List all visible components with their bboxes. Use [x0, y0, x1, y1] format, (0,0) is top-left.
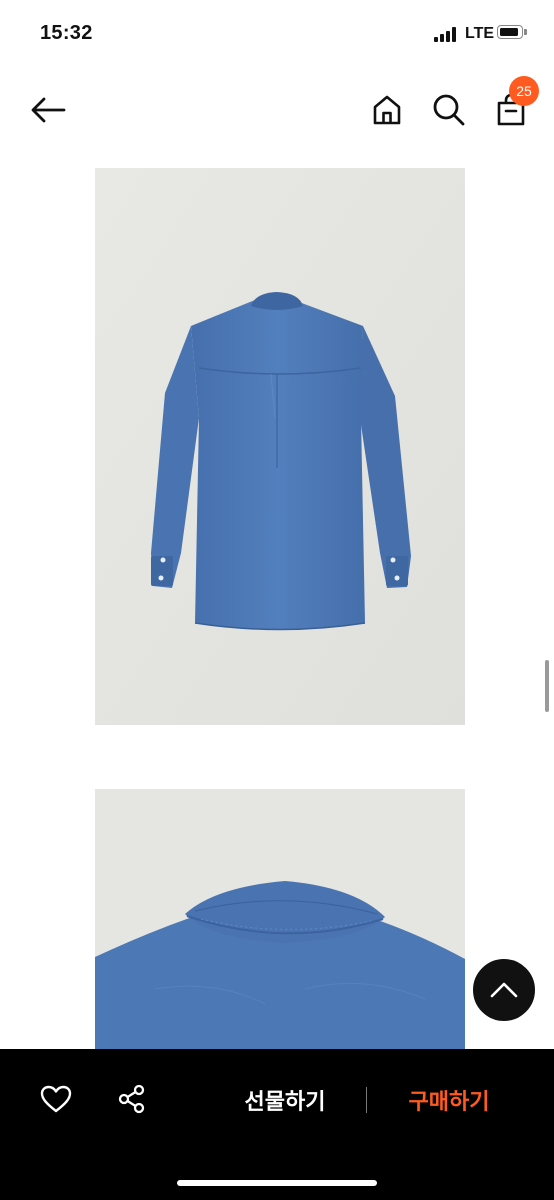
bottom-action-bar: 선물하기 구매하기: [0, 1049, 554, 1200]
heart-icon: [40, 1085, 72, 1113]
scroll-to-top-button[interactable]: [471, 957, 537, 1023]
signal-icon: [434, 27, 460, 42]
product-image-collar: [95, 789, 465, 1051]
home-indicator: [177, 1180, 377, 1186]
chevron-up-icon: [490, 982, 518, 998]
cart-count-badge: 25: [509, 76, 539, 106]
share-button[interactable]: [112, 1079, 152, 1119]
back-arrow-icon: [31, 97, 66, 123]
page-scrollbar[interactable]: [545, 660, 549, 712]
search-button[interactable]: [427, 88, 471, 132]
status-time: 15:32: [40, 22, 93, 44]
status-bar: 15:32 LTE: [0, 0, 554, 68]
share-icon: [118, 1084, 145, 1114]
search-icon: [433, 94, 465, 126]
back-button[interactable]: [26, 88, 70, 132]
home-icon: [373, 95, 401, 125]
home-button[interactable]: [365, 88, 409, 132]
gift-button[interactable]: 선물하기: [224, 1079, 346, 1121]
battery-icon: [497, 25, 527, 41]
buy-button[interactable]: 구매하기: [388, 1079, 510, 1121]
top-nav: [0, 68, 554, 152]
product-image-back: [95, 168, 465, 725]
like-button[interactable]: [36, 1079, 76, 1119]
network-label: LTE: [465, 25, 495, 42]
action-divider: [366, 1087, 367, 1113]
